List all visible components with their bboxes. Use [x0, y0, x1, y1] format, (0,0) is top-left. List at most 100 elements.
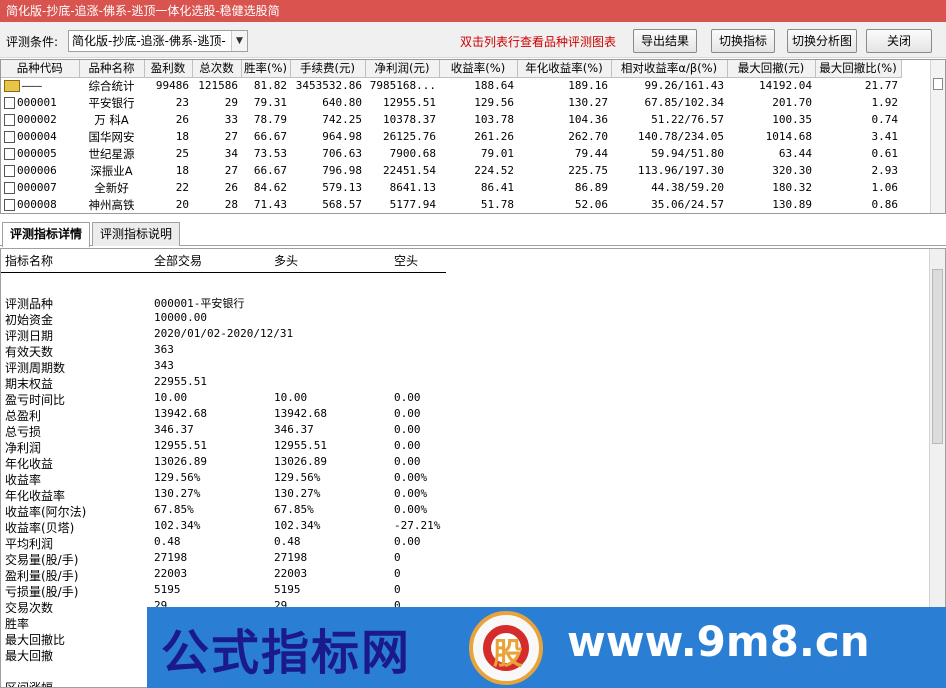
- metric-name: 收益率(贝塔): [5, 521, 75, 535]
- cell-max-drawdown-ratio: 0.61: [871, 147, 899, 160]
- metric-short: 0.00%: [394, 503, 428, 516]
- table-row[interactable]: 000006 深振业A 18 27 66.67 796.98 22451.54 224.52 2…: [1, 162, 901, 179]
- export-button[interactable]: 导出结果: [633, 29, 697, 53]
- detail-row: 评测品种 000001-平安银行: [1, 295, 446, 311]
- tab-metrics-detail[interactable]: 评测指标详情: [2, 222, 90, 247]
- col-header-return[interactable]: 收益率(%): [439, 60, 518, 78]
- detail-row: 收益率(贝塔) 102.34% 102.34% -27.21%: [1, 519, 446, 535]
- condition-label: 评测条件:: [6, 35, 59, 49]
- cell-name: 平安银行: [88, 95, 135, 110]
- col-header-profit[interactable]: 净利润(元): [365, 60, 440, 78]
- cell-wins: 18: [175, 164, 189, 177]
- metric-short: 0.00: [394, 535, 421, 548]
- detail-scrollbar-thumb[interactable]: [932, 269, 943, 444]
- metric-short: 0.00: [394, 423, 421, 436]
- table-row[interactable]: 000007 全新好 22 26 84.62 579.13 8641.13 86.41 86.8…: [1, 179, 901, 196]
- close-button[interactable]: 关闭: [866, 29, 932, 53]
- cell-max-drawdown: 100.35: [772, 113, 812, 126]
- cell-max-drawdown: 1014.68: [765, 130, 812, 143]
- metric-name: 胜率: [5, 617, 30, 631]
- metric-name: 期末权益: [5, 377, 54, 391]
- cell-name: 深振业A: [90, 163, 133, 178]
- metric-all: 0.48: [154, 535, 181, 548]
- toolbar: 评测条件: 简化版-抄底-追涨-佛系-逃顶- ▼ 双击列表行查看品种评测图表 导…: [0, 22, 946, 58]
- metric-all: 22955.51: [154, 375, 207, 388]
- metric-all: 2020/01/02-2020/12/31: [154, 327, 294, 340]
- detail-row: 总亏损 346.37 346.37 0.00: [1, 423, 446, 439]
- stock-code: 000007: [17, 181, 57, 194]
- cell-code: 000005: [1, 145, 79, 162]
- results-grid: 品种代码 品种名称 盈利数 总次数 胜率(%) 手续费(元) 净利润(元) 收益…: [0, 59, 946, 214]
- cell-max-drawdown-ratio: 21.77: [864, 79, 898, 93]
- metric-all: 363: [154, 343, 174, 356]
- metric-name: 盈利量(股/手): [5, 569, 79, 583]
- metric-short: -27.21%: [394, 519, 441, 532]
- condition-value: 简化版-抄底-追涨-佛系-逃顶-: [72, 34, 226, 48]
- metric-long: 102.34%: [274, 519, 321, 532]
- document-icon: [4, 131, 15, 143]
- detail-header-short: 空头: [394, 254, 419, 268]
- stock-code: 000008: [17, 198, 57, 211]
- tab-metrics-description[interactable]: 评测指标说明: [92, 222, 180, 246]
- cell-name: 万 科A: [94, 112, 129, 127]
- col-header-winrate[interactable]: 胜率(%): [241, 60, 291, 78]
- cell-profit: 26125.76: [383, 130, 436, 143]
- cell-wins: 26: [175, 113, 189, 126]
- table-row[interactable]: 000004 国华网安 18 27 66.67 964.98 26125.76 261.26 2…: [1, 128, 901, 145]
- cell-annual-return: 189.16: [568, 79, 608, 93]
- metric-name: 年化收益率: [5, 489, 66, 503]
- metric-name: 评测日期: [5, 329, 54, 343]
- cell-max-drawdown-ratio: 0.86: [871, 198, 899, 211]
- col-header-fee[interactable]: 手续费(元): [290, 60, 366, 78]
- col-header-wins[interactable]: 盈利数: [144, 60, 193, 78]
- watermark-banner: 公式指标网 股 www.9m8.cn: [147, 607, 946, 688]
- col-header-annual-return[interactable]: 年化收益率(%): [517, 60, 612, 78]
- window-title: 简化版-抄底-追涨-佛系-逃顶一体化选股-稳健选股简: [0, 0, 946, 22]
- cell-annual-return: 225.75: [568, 164, 608, 177]
- metric-name: 评测周期数: [5, 361, 66, 375]
- detail-header-metric: 指标名称: [5, 254, 54, 268]
- banner-brand: 公式指标网: [161, 625, 412, 681]
- table-row[interactable]: 000005 世纪星源 25 34 73.53 706.63 7900.68 79.01 79.…: [1, 145, 901, 162]
- cell-profit: 8641.13: [389, 181, 436, 194]
- detail-row: 总盈利 13942.68 13942.68 0.00: [1, 407, 446, 423]
- cell-max-drawdown-ratio: 3.41: [871, 130, 899, 143]
- summary-row[interactable]: ——— 综合统计 99486 121586 81.82 3453532.86 7985168…: [1, 77, 901, 94]
- switch-chart-button[interactable]: 切换分析图: [787, 29, 857, 53]
- cell-return: 86.41: [480, 181, 514, 194]
- metric-long: 12955.51: [274, 439, 327, 452]
- table-row[interactable]: 000002 万 科A 26 33 78.79 742.25 10378.37 103.78 1…: [1, 111, 901, 128]
- detail-row: 年化收益率 130.27% 130.27% 0.00%: [1, 487, 446, 503]
- metric-short: 0.00%: [394, 471, 428, 484]
- chevron-down-icon[interactable]: ▼: [231, 31, 247, 51]
- metric-name: 收益率(阿尔法): [5, 505, 87, 519]
- col-header-code[interactable]: 品种代码: [1, 60, 80, 78]
- table-row[interactable]: 000008 神州高铁 20 28 71.43 568.57 5177.94 51.78 52.…: [1, 196, 901, 213]
- detail-row: 净利润 12955.51 12955.51 0.00: [1, 439, 446, 455]
- grid-scrollbar-thumb[interactable]: [933, 78, 943, 90]
- banner-logo-icon: 股: [469, 611, 543, 685]
- metric-name: 交易量(股/手): [5, 553, 79, 567]
- metric-all: 22003: [154, 567, 188, 580]
- hint-text: 双击列表行查看品种评测图表: [460, 35, 617, 49]
- condition-select[interactable]: 简化版-抄底-追涨-佛系-逃顶- ▼: [68, 30, 248, 52]
- col-header-max-drawdown[interactable]: 最大回撤(元): [727, 60, 816, 78]
- metric-long: 129.56%: [274, 471, 321, 484]
- cell-annual-return: 104.36: [568, 113, 608, 126]
- cell-name: 全新好: [94, 180, 129, 195]
- stock-code: 000005: [17, 147, 57, 160]
- cell-winrate: 66.67: [253, 164, 287, 177]
- col-header-name[interactable]: 品种名称: [79, 60, 145, 78]
- cell-return: 261.26: [474, 130, 514, 143]
- metric-name: 总亏损: [5, 425, 42, 439]
- metric-long: 27198: [274, 551, 308, 564]
- col-header-total[interactable]: 总次数: [192, 60, 242, 78]
- cell-total: 29: [224, 96, 238, 109]
- grid-scrollbar[interactable]: [930, 60, 945, 213]
- summary-icon: [4, 80, 20, 93]
- col-header-max-drawdown-ratio[interactable]: 最大回撤比(%): [815, 60, 902, 78]
- col-header-relative-return[interactable]: 相对收益率α/β(%): [611, 60, 728, 78]
- table-row[interactable]: 000001 平安银行 23 29 79.31 640.80 12955.51 129.56 1…: [1, 94, 901, 111]
- switch-indicator-button[interactable]: 切换指标: [711, 29, 775, 53]
- cell-winrate: 73.53: [253, 147, 287, 160]
